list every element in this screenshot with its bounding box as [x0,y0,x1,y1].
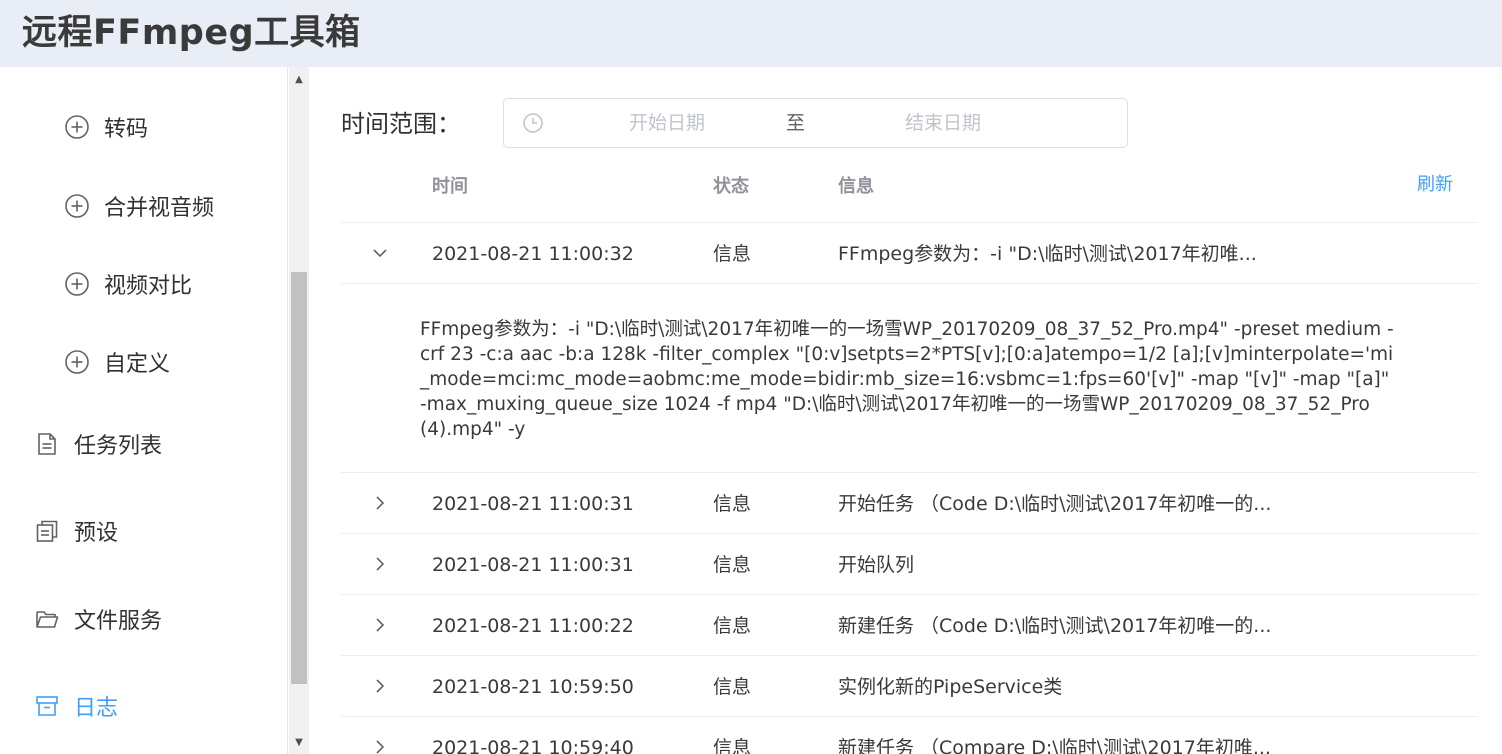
column-header-status: 状态 [713,176,749,197]
copy-document-icon [34,518,60,544]
sidebar-item-video-compare[interactable]: 视频对比 [64,264,192,304]
row-time: 2021-08-21 10:59:50 [432,676,634,698]
time-range-label: 时间范围： [341,110,461,138]
log-detail-text: FFmpeg参数为：-i "D:\临时\测试\2017年初唯一的一场雪WP_20… [420,319,1394,440]
row-status: 信息 [713,493,752,515]
plus-circle-icon [64,271,90,297]
date-range-picker[interactable]: 开始日期 至 结束日期 [503,98,1128,148]
table-header: 时间 状态 信息 刷新 [341,159,1478,223]
chevron-right-icon[interactable] [368,552,392,576]
sidebar-item-label: 合并视音频 [104,196,215,221]
row-status: 信息 [713,737,752,754]
row-time: 2021-08-21 10:59:40 [432,737,634,754]
row-time: 2021-08-21 11:00:32 [432,243,634,265]
chevron-down-icon[interactable] [368,241,392,265]
row-info: FFmpeg参数为：-i "D:\临时\测试\2017年初唯... [838,243,1257,265]
sidebar-item-file-service[interactable]: 文件服务 [34,599,162,639]
row-time: 2021-08-21 11:00:22 [432,615,634,637]
column-header-time: 时间 [432,176,468,197]
table-row[interactable]: 2021-08-21 10:59:40 信息 新建任务 （Compare D:\… [341,717,1478,754]
sidebar-item-presets[interactable]: 预设 [34,511,118,551]
plus-circle-icon [64,114,90,140]
row-info: 开始任务 （Code D:\临时\测试\2017年初唯一的... [838,493,1272,515]
log-table: 时间 状态 信息 刷新 2021-08-21 11:00:32 信息 FFmpe… [341,159,1478,754]
plus-circle-icon [64,349,90,375]
row-time: 2021-08-21 11:00:31 [432,493,634,515]
sidebar-item-label: 转码 [104,117,149,142]
sidebar: 转码 合并视音频 视频对比 自定义 任务列表 预设 文件服务 日志 [0,67,288,754]
chevron-right-icon[interactable] [368,735,392,754]
sidebar-item-label: 预设 [74,521,119,546]
table-row[interactable]: 2021-08-21 11:00:31 信息 开始队列 [341,534,1478,595]
table-row[interactable]: 2021-08-21 11:00:31 信息 开始任务 （Code D:\临时\… [341,473,1478,534]
box-icon [34,693,60,719]
row-status: 信息 [713,676,752,698]
row-status: 信息 [713,243,752,265]
row-status: 信息 [713,615,752,637]
scrollbar-thumb[interactable] [291,272,307,684]
sidebar-item-label: 文件服务 [74,609,163,634]
sidebar-item-label: 任务列表 [74,434,163,459]
table-row[interactable]: 2021-08-21 11:00:22 信息 新建任务 （Code D:\临时\… [341,595,1478,656]
row-info: 实例化新的PipeService类 [838,676,1063,698]
app-title: 远程FFmpeg工具箱 [22,13,361,53]
sidebar-item-label: 日志 [74,696,119,721]
expanded-row-detail: FFmpeg参数为：-i "D:\临时\测试\2017年初唯一的一场雪WP_20… [341,284,1478,473]
chevron-right-icon[interactable] [368,674,392,698]
plus-circle-icon [64,193,90,219]
row-info: 新建任务 （Code D:\临时\测试\2017年初唯一的... [838,615,1272,637]
sidebar-item-task-list[interactable]: 任务列表 [34,424,162,464]
sidebar-item-label: 自定义 [104,352,171,377]
date-range-separator: 至 [786,112,806,134]
document-icon [34,431,60,457]
table-row[interactable]: 2021-08-21 10:59:50 信息 实例化新的PipeService类 [341,656,1478,717]
end-date-input[interactable]: 结束日期 [878,111,1008,135]
row-status: 信息 [713,554,752,576]
chevron-right-icon[interactable] [368,491,392,515]
sidebar-item-merge-av[interactable]: 合并视音频 [64,186,214,226]
start-date-input[interactable]: 开始日期 [602,111,732,135]
app-header: 远程FFmpeg工具箱 [0,0,1502,67]
sidebar-item-transcode[interactable]: 转码 [64,107,148,147]
main-content: 时间范围： 开始日期 至 结束日期 时间 状态 信息 刷新 2021-08-21… [310,67,1502,754]
folder-open-icon [34,606,60,632]
sidebar-item-custom[interactable]: 自定义 [64,342,170,382]
sidebar-item-logs[interactable]: 日志 [34,686,118,726]
row-info: 开始队列 [838,554,915,576]
sidebar-item-label: 视频对比 [104,274,193,299]
row-info: 新建任务 （Compare D:\临时\测试\2017年初唯... [838,737,1271,754]
refresh-link[interactable]: 刷新 [1417,173,1453,197]
sidebar-scrollbar[interactable]: ▲ ▼ [289,67,309,754]
scroll-down-arrow-icon[interactable]: ▼ [289,732,309,752]
chevron-right-icon[interactable] [368,613,392,637]
clock-icon [521,111,545,135]
table-row[interactable]: 2021-08-21 11:00:32 信息 FFmpeg参数为：-i "D:\… [341,223,1478,284]
column-header-info: 信息 [838,176,874,197]
row-time: 2021-08-21 11:00:31 [432,554,634,576]
scroll-up-arrow-icon[interactable]: ▲ [289,69,309,89]
